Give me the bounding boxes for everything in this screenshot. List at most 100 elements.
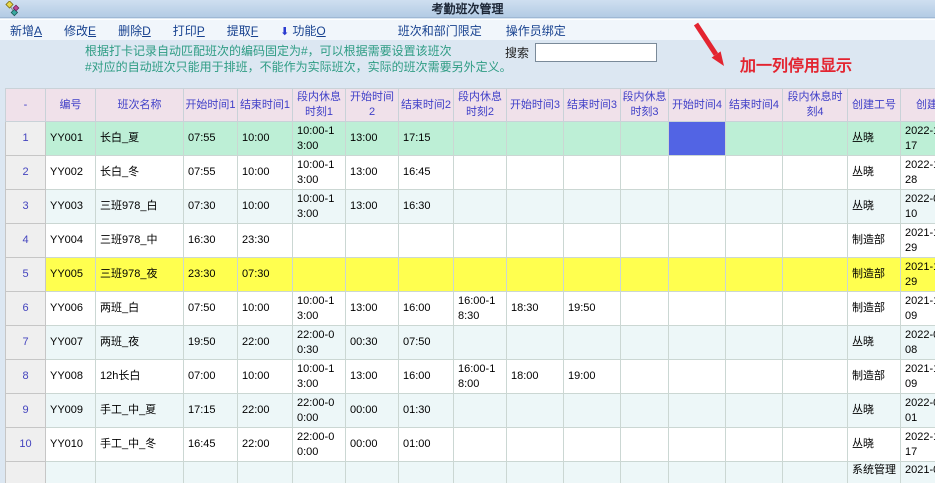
cell-start3[interactable] — [507, 394, 564, 428]
cell-end4[interactable] — [726, 190, 783, 224]
cell-rest3[interactable] — [621, 292, 669, 326]
cell-end4[interactable] — [726, 156, 783, 190]
column-header[interactable]: 段内休息时刻4 — [783, 89, 848, 122]
cell-rest1[interactable]: 10:00-13:00 — [293, 122, 346, 156]
cell-start1[interactable]: 23:30 — [184, 258, 238, 292]
cell-end3[interactable]: 19:50 — [564, 292, 621, 326]
cell-end1[interactable]: 10:00 — [238, 122, 293, 156]
cell-creator[interactable]: 丛晓 — [848, 428, 901, 462]
cell-rest3[interactable] — [621, 156, 669, 190]
cell-code[interactable]: YY005 — [46, 258, 96, 292]
cell-start2[interactable]: 13:00 — [346, 360, 399, 394]
cell-code[interactable]: YY008 — [46, 360, 96, 394]
cell-start3[interactable] — [507, 156, 564, 190]
cell-end1[interactable]: 22:00 — [238, 428, 293, 462]
cell-rest4[interactable] — [783, 156, 848, 190]
column-header[interactable]: 结束时间2 — [399, 89, 454, 122]
cell-start2[interactable]: 13:00 — [346, 292, 399, 326]
cell-name[interactable] — [96, 462, 184, 483]
cell-start1[interactable]: 16:45 — [184, 428, 238, 462]
cell-rest4[interactable] — [783, 122, 848, 156]
cell-date[interactable]: 2022-1 28 — [901, 156, 935, 190]
column-header[interactable]: 结束时间1 — [238, 89, 293, 122]
column-header[interactable]: 结束时间3 — [564, 89, 621, 122]
delete-button[interactable]: 删除D — [118, 22, 151, 39]
cell-creator[interactable]: 丛晓 — [848, 122, 901, 156]
cell-end1[interactable]: 10:00 — [238, 360, 293, 394]
cell-rest3[interactable] — [621, 428, 669, 462]
cell-start4[interactable] — [669, 326, 726, 360]
cell-start4[interactable] — [669, 292, 726, 326]
cell-date[interactable]: 2021-1 29 — [901, 224, 935, 258]
cell-rest1[interactable] — [293, 258, 346, 292]
cell-start2[interactable]: 00:00 — [346, 394, 399, 428]
cell-end3[interactable] — [564, 156, 621, 190]
cell-rest1[interactable]: 22:00-00:00 — [293, 428, 346, 462]
cell-end2[interactable]: 16:30 — [399, 190, 454, 224]
cell-code[interactable]: YY006 — [46, 292, 96, 326]
cell-rest1[interactable]: 10:00-13:00 — [293, 292, 346, 326]
cell-end3[interactable] — [564, 258, 621, 292]
cell-rest2[interactable] — [454, 122, 507, 156]
cell-start2[interactable]: 00:00 — [346, 428, 399, 462]
column-header[interactable]: 班次名称 — [96, 89, 184, 122]
cell-rest4[interactable] — [783, 190, 848, 224]
cell-name[interactable]: 三班978_白 — [96, 190, 184, 224]
row-number[interactable]: 9 — [6, 394, 46, 428]
cell-rest2[interactable]: 16:00-18:30 — [454, 292, 507, 326]
cell-end3[interactable] — [564, 224, 621, 258]
column-header[interactable]: 段内休息时刻2 — [454, 89, 507, 122]
new-button[interactable]: 新增A — [10, 22, 42, 39]
cell-end3[interactable] — [564, 428, 621, 462]
cell-end3[interactable] — [564, 326, 621, 360]
cell-end2[interactable]: 16:00 — [399, 360, 454, 394]
cell-end2[interactable]: 07:50 — [399, 326, 454, 360]
cell-rest2[interactable] — [454, 224, 507, 258]
cell-end1[interactable]: 22:00 — [238, 394, 293, 428]
cell-rest2[interactable] — [454, 190, 507, 224]
cell-start2[interactable] — [346, 224, 399, 258]
cell-name[interactable]: 三班978_夜 — [96, 258, 184, 292]
cell-creator[interactable]: 丛晓 — [848, 190, 901, 224]
row-number[interactable] — [6, 462, 46, 483]
cell-end2[interactable]: 01:00 — [399, 428, 454, 462]
cell-code[interactable]: YY002 — [46, 156, 96, 190]
cell-start4[interactable] — [669, 462, 726, 483]
cell-name[interactable]: 两班_夜 — [96, 326, 184, 360]
row-number[interactable]: 5 — [6, 258, 46, 292]
cell-end3[interactable] — [564, 122, 621, 156]
column-header[interactable]: 开始时间2 — [346, 89, 399, 122]
cell-rest1[interactable]: 10:00-13:00 — [293, 156, 346, 190]
cell-rest4[interactable] — [783, 428, 848, 462]
cell-creator[interactable]: 丛晓 — [848, 156, 901, 190]
cell-date[interactable]: 2021-1 29 — [901, 258, 935, 292]
cell-rest1[interactable] — [293, 224, 346, 258]
cell-creator[interactable]: 系统管理 — [848, 462, 901, 483]
cell-code[interactable]: YY001 — [46, 122, 96, 156]
row-number[interactable]: 3 — [6, 190, 46, 224]
cell-rest2[interactable] — [454, 428, 507, 462]
row-number[interactable]: 7 — [6, 326, 46, 360]
cell-name[interactable]: 长白_冬 — [96, 156, 184, 190]
cell-start3[interactable] — [507, 428, 564, 462]
cell-start1[interactable]: 07:55 — [184, 122, 238, 156]
cell-start1[interactable] — [184, 462, 238, 483]
cell-start4[interactable] — [669, 394, 726, 428]
cell-date[interactable]: 2021-0 — [901, 462, 935, 483]
cell-start4[interactable] — [669, 190, 726, 224]
cell-rest3[interactable] — [621, 258, 669, 292]
cell-start1[interactable]: 19:50 — [184, 326, 238, 360]
cell-start3[interactable] — [507, 122, 564, 156]
cell-start2[interactable]: 00:30 — [346, 326, 399, 360]
cell-end4[interactable] — [726, 394, 783, 428]
cell-end2[interactable] — [399, 258, 454, 292]
shift-department-limit-link[interactable]: 班次和部门限定 — [398, 22, 482, 39]
cell-end2[interactable]: 16:45 — [399, 156, 454, 190]
cell-rest2[interactable]: 16:00-18:00 — [454, 360, 507, 394]
cell-date[interactable]: 2022-1 17 — [901, 428, 935, 462]
cell-rest4[interactable] — [783, 258, 848, 292]
cell-rest3[interactable] — [621, 190, 669, 224]
cell-creator[interactable]: 制造部 — [848, 258, 901, 292]
column-header[interactable]: 开始时间3 — [507, 89, 564, 122]
cell-rest4[interactable] — [783, 292, 848, 326]
